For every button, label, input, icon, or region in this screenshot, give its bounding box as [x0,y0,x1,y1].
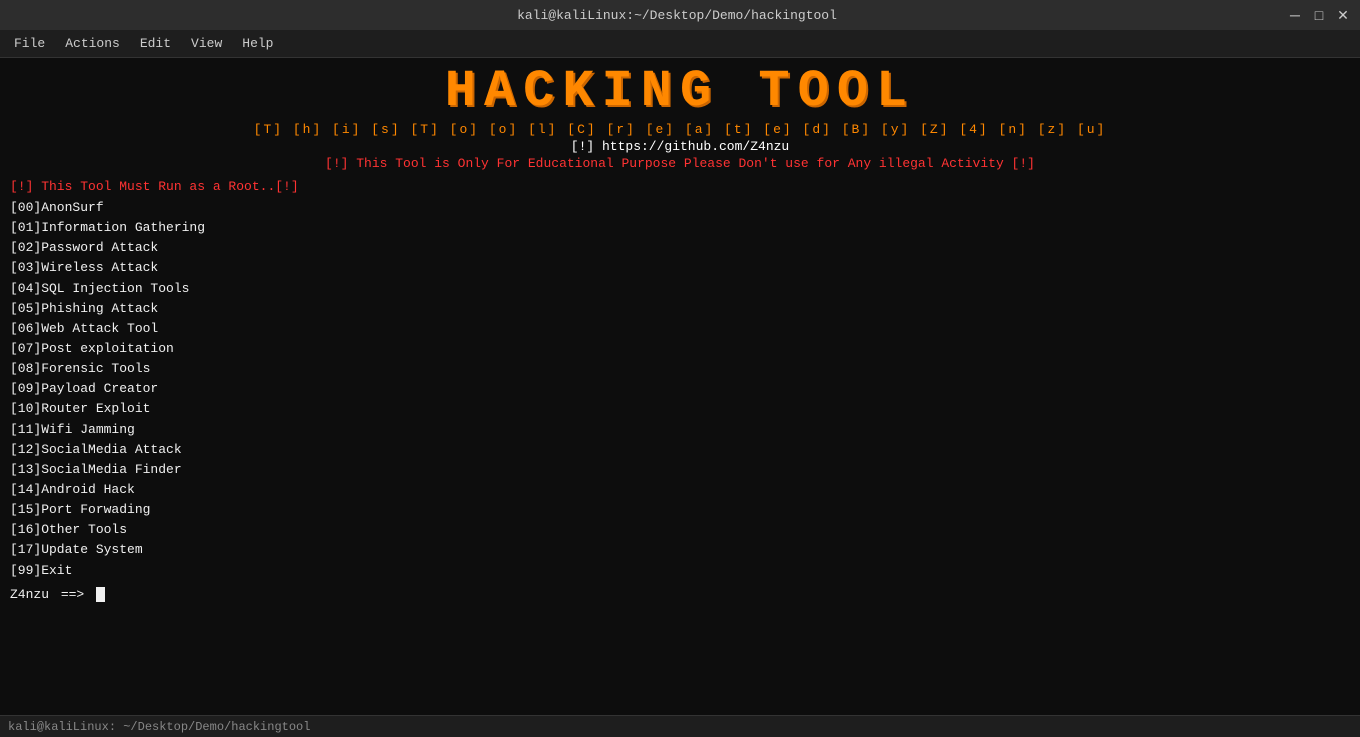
menu-item-06: [06]Web Attack Tool [10,319,1350,339]
minimize-button[interactable]: ─ [1286,6,1304,24]
menu-actions[interactable]: Actions [55,34,130,53]
cursor-blink [96,587,105,602]
maximize-button[interactable]: □ [1310,6,1328,24]
menu-edit[interactable]: Edit [130,34,181,53]
github-link: [!] https://github.com/Z4nzu [10,139,1350,154]
menu-item-00: [00]AnonSurf [10,198,1350,218]
menu-item-04: [04]SQL Injection Tools [10,279,1350,299]
menu-bar: File Actions Edit View Help [0,30,1360,58]
prompt-arrow: ==> [53,587,92,602]
ascii-art: HACKING TOOL [445,66,915,118]
menu-item-17: [17]Update System [10,540,1350,560]
menu-file[interactable]: File [4,34,55,53]
menu-item-15: [15]Port Forwading [10,500,1350,520]
menu-item-01: [01]Information Gathering [10,218,1350,238]
menu-item-02: [02]Password Attack [10,238,1350,258]
window-controls: ─ □ ✕ [1286,6,1352,24]
terminal-area[interactable]: HACKING TOOL [T] [h] [i] [s] [T] [o] [o]… [0,58,1360,715]
menu-item-09: [09]Payload Creator [10,379,1350,399]
status-text: kali@kaliLinux: ~/Desktop/Demo/hackingto… [8,720,310,734]
menu-item-08: [08]Forensic Tools [10,359,1350,379]
menu-item-13: [13]SocialMedia Finder [10,460,1350,480]
prompt-username: Z4nzu [10,587,49,602]
menu-item-99: [99]Exit [10,561,1350,581]
menu-item-07: [07]Post exploitation [10,339,1350,359]
menu-view[interactable]: View [181,34,232,53]
window-title: kali@kaliLinux:~/Desktop/Demo/hackingtoo… [68,8,1286,23]
status-bar: kali@kaliLinux: ~/Desktop/Demo/hackingto… [0,715,1360,737]
warning-line: [!] This Tool is Only For Educational Pu… [10,156,1350,171]
menu-item-05: [05]Phishing Attack [10,299,1350,319]
menu-help[interactable]: Help [232,34,283,53]
menu-list: [00]AnonSurf [01]Information Gathering [… [10,198,1350,581]
command-prompt[interactable]: Z4nzu ==> [10,587,1350,602]
root-warning: [!] This Tool Must Run as a Root..[!] [10,179,1350,194]
close-button[interactable]: ✕ [1334,6,1352,24]
menu-item-12: [12]SocialMedia Attack [10,440,1350,460]
ascii-banner: HACKING TOOL [10,66,1350,118]
menu-item-10: [10]Router Exploit [10,399,1350,419]
menu-item-03: [03]Wireless Attack [10,258,1350,278]
menu-item-14: [14]Android Hack [10,480,1350,500]
menu-item-16: [16]Other Tools [10,520,1350,540]
title-bar: kali@kaliLinux:~/Desktop/Demo/hackingtoo… [0,0,1360,30]
menu-item-11: [11]Wifi Jamming [10,420,1350,440]
credits-line: [T] [h] [i] [s] [T] [o] [o] [l] [C] [r] … [10,122,1350,137]
